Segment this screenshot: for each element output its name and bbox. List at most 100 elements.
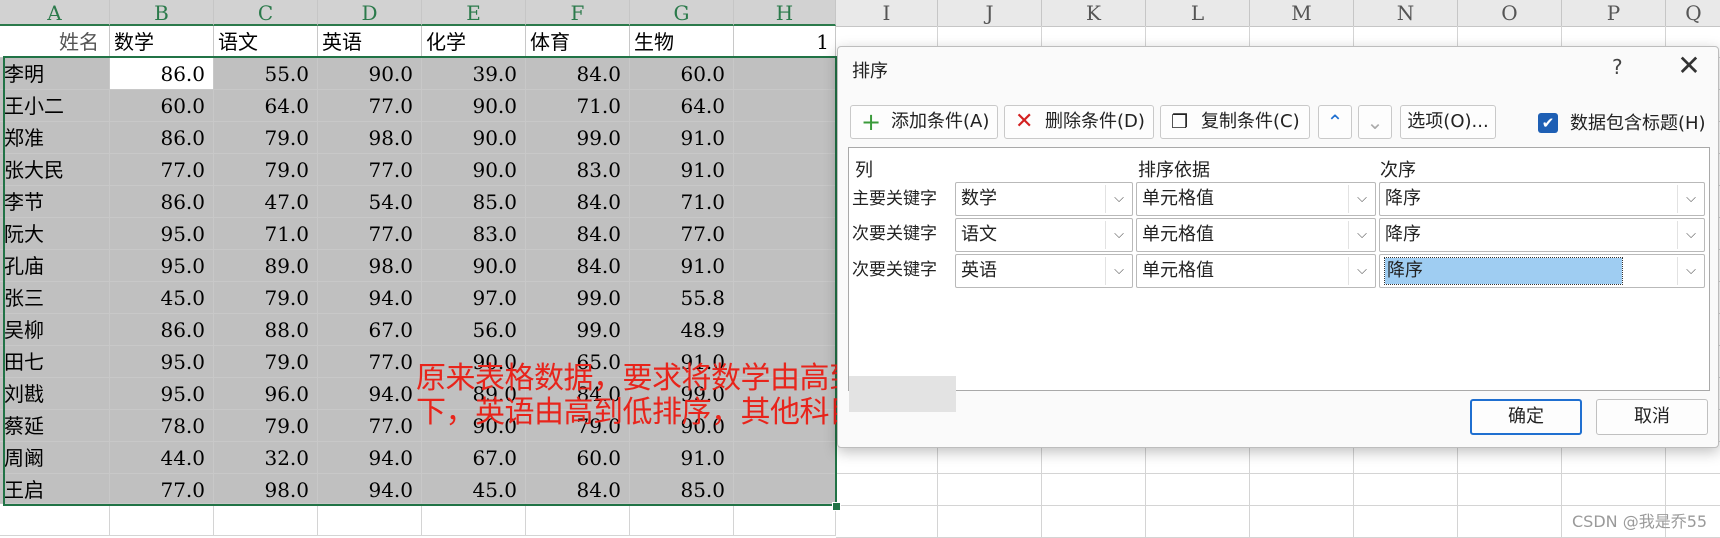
- column-header-b[interactable]: B: [110, 0, 214, 26]
- score-cell[interactable]: 90.0: [422, 250, 526, 282]
- name-cell[interactable]: 刘戡: [0, 378, 110, 410]
- empty-cell[interactable]: [734, 442, 836, 474]
- column-header-d[interactable]: D: [318, 0, 422, 26]
- score-cell[interactable]: 64.0: [214, 90, 318, 122]
- empty-cell[interactable]: [1354, 506, 1458, 538]
- delete-level-button[interactable]: ✕ 删除条件(D): [1004, 105, 1154, 139]
- empty-cell[interactable]: [836, 506, 938, 538]
- score-cell[interactable]: 90.0: [422, 154, 526, 186]
- score-cell[interactable]: 94.0: [318, 474, 422, 504]
- help-button[interactable]: ?: [1612, 55, 1623, 79]
- empty-cell[interactable]: [734, 122, 836, 154]
- score-cell[interactable]: 88.0: [214, 314, 318, 346]
- score-cell[interactable]: 84.0: [526, 218, 630, 250]
- score-cell[interactable]: 55.0: [214, 58, 318, 90]
- column-header-g[interactable]: G: [630, 0, 734, 26]
- score-cell[interactable]: 84.0: [526, 250, 630, 282]
- add-level-button[interactable]: + 添加条件(A): [850, 105, 998, 139]
- empty-cell[interactable]: [1042, 506, 1146, 538]
- score-cell[interactable]: 89.0: [214, 250, 318, 282]
- empty-cell[interactable]: [836, 474, 938, 506]
- score-cell[interactable]: 91.0: [630, 250, 734, 282]
- column-header-a[interactable]: A: [0, 0, 110, 26]
- score-cell[interactable]: 84.0: [526, 474, 630, 504]
- empty-cell[interactable]: [1458, 474, 1562, 506]
- fill-handle[interactable]: [832, 502, 841, 511]
- has-header-checkbox[interactable]: ✔: [1538, 113, 1558, 133]
- score-cell[interactable]: 85.0: [422, 186, 526, 218]
- name-cell[interactable]: 周阚: [0, 442, 110, 474]
- empty-cell[interactable]: [1354, 474, 1458, 506]
- score-cell[interactable]: 77.0: [318, 90, 422, 122]
- column-header-h[interactable]: H: [734, 0, 836, 26]
- name-cell[interactable]: 李明: [0, 58, 110, 90]
- empty-cell[interactable]: [734, 90, 836, 122]
- cancel-button[interactable]: 取消: [1596, 399, 1708, 435]
- empty-cell[interactable]: [422, 504, 526, 536]
- score-cell[interactable]: 84.0: [526, 58, 630, 90]
- score-cell[interactable]: 47.0: [214, 186, 318, 218]
- score-cell[interactable]: 71.0: [214, 218, 318, 250]
- score-cell[interactable]: 98.0: [214, 474, 318, 504]
- score-cell[interactable]: 83.0: [526, 154, 630, 186]
- score-cell[interactable]: 79.0: [214, 154, 318, 186]
- score-cell[interactable]: 77.0: [630, 218, 734, 250]
- column-header-l[interactable]: L: [1146, 0, 1250, 26]
- score-cell[interactable]: 86.0: [110, 314, 214, 346]
- score-cell[interactable]: 39.0: [422, 58, 526, 90]
- column-header-e[interactable]: E: [422, 0, 526, 26]
- score-cell[interactable]: 99.0: [526, 122, 630, 154]
- empty-cell[interactable]: [1562, 474, 1666, 506]
- empty-cell[interactable]: [1666, 474, 1720, 506]
- score-cell[interactable]: 77.0: [318, 346, 422, 378]
- level-1-column-select[interactable]: 数学 ⌵: [955, 182, 1133, 216]
- score-cell[interactable]: 95.0: [110, 218, 214, 250]
- score-cell[interactable]: 99.0: [526, 282, 630, 314]
- score-cell[interactable]: 96.0: [214, 378, 318, 410]
- close-button[interactable]: ✕: [1674, 51, 1704, 81]
- copy-level-button[interactable]: ❐ 复制条件(C): [1160, 105, 1310, 139]
- score-cell[interactable]: 94.0: [318, 282, 422, 314]
- score-cell[interactable]: 71.0: [526, 90, 630, 122]
- cell-h1[interactable]: 1: [734, 26, 836, 58]
- score-cell[interactable]: 83.0: [422, 218, 526, 250]
- score-cell[interactable]: 60.0: [526, 442, 630, 474]
- score-cell[interactable]: 79.0: [214, 122, 318, 154]
- name-cell[interactable]: 张三: [0, 282, 110, 314]
- level-3-sorton-select[interactable]: 单元格值 ⌵: [1136, 254, 1376, 288]
- score-cell[interactable]: 91.0: [630, 442, 734, 474]
- empty-cell[interactable]: [214, 504, 318, 536]
- score-cell[interactable]: 91.0: [630, 154, 734, 186]
- score-cell[interactable]: 86.0: [110, 58, 214, 90]
- score-cell[interactable]: 60.0: [630, 58, 734, 90]
- score-cell[interactable]: 54.0: [318, 186, 422, 218]
- score-cell[interactable]: 91.0: [630, 122, 734, 154]
- empty-cell[interactable]: [734, 58, 836, 90]
- level-2-order-select[interactable]: 降序 ⌵: [1379, 218, 1705, 252]
- score-cell[interactable]: 95.0: [110, 250, 214, 282]
- score-cell[interactable]: 86.0: [110, 186, 214, 218]
- header-cell[interactable]: 语文: [214, 26, 318, 58]
- score-cell[interactable]: 45.0: [110, 282, 214, 314]
- empty-cell[interactable]: [526, 504, 630, 536]
- score-cell[interactable]: 67.0: [422, 442, 526, 474]
- empty-cell[interactable]: [734, 250, 836, 282]
- name-cell[interactable]: 张大民: [0, 154, 110, 186]
- level-3-order-select[interactable]: 降序 ⌵: [1379, 254, 1705, 288]
- empty-cell[interactable]: [734, 474, 836, 504]
- score-cell[interactable]: 77.0: [110, 474, 214, 504]
- name-cell[interactable]: 吴柳: [0, 314, 110, 346]
- name-cell[interactable]: 田七: [0, 346, 110, 378]
- level-1-sorton-select[interactable]: 单元格值 ⌵: [1136, 182, 1376, 216]
- score-cell[interactable]: 95.0: [110, 378, 214, 410]
- score-cell[interactable]: 77.0: [110, 154, 214, 186]
- empty-cell[interactable]: [1146, 506, 1250, 538]
- header-cell[interactable]: 英语: [318, 26, 422, 58]
- empty-cell[interactable]: [734, 314, 836, 346]
- score-cell[interactable]: 44.0: [110, 442, 214, 474]
- score-cell[interactable]: 60.0: [110, 90, 214, 122]
- score-cell[interactable]: 97.0: [422, 282, 526, 314]
- score-cell[interactable]: 56.0: [422, 314, 526, 346]
- column-header-i[interactable]: I: [836, 0, 938, 26]
- score-cell[interactable]: 79.0: [214, 346, 318, 378]
